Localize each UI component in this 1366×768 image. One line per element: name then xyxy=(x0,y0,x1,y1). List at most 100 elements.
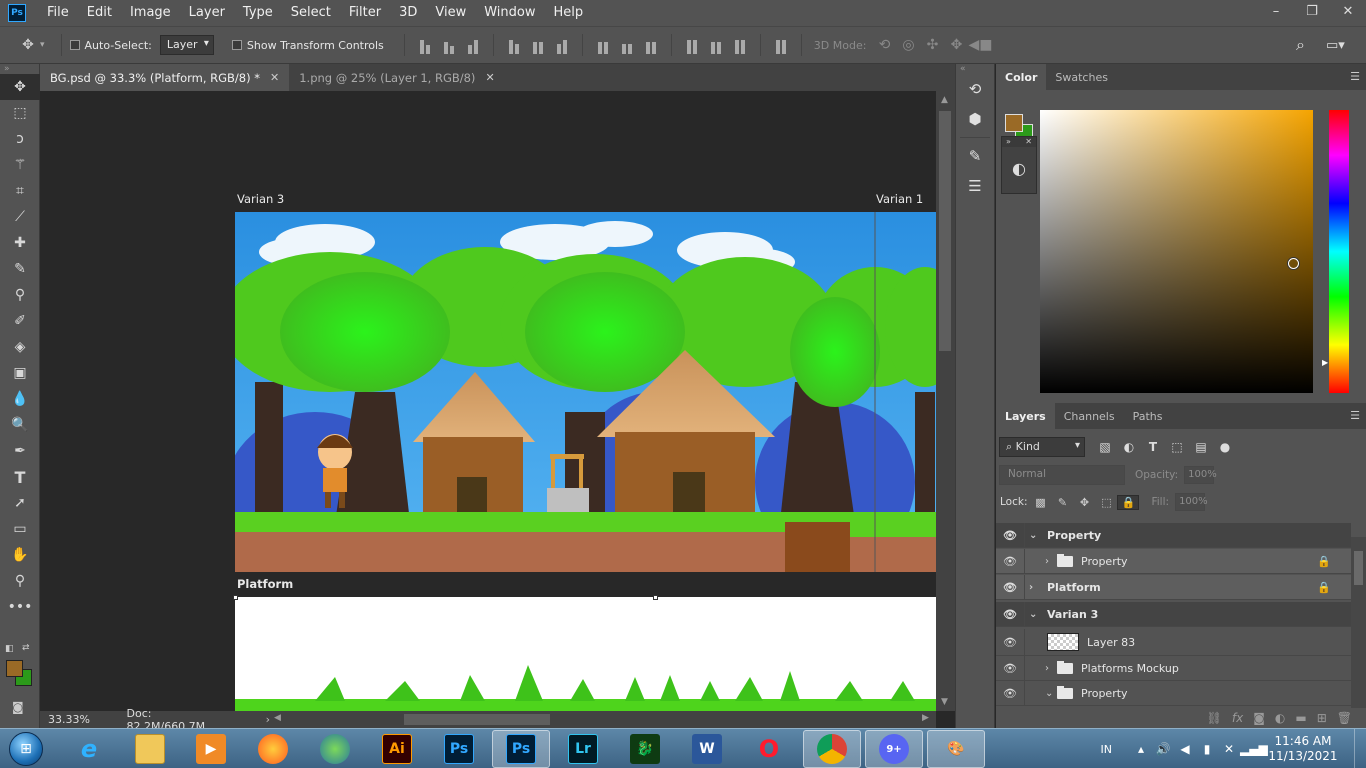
history-panel-icon[interactable]: ⟲ xyxy=(956,74,994,104)
opacity-input[interactable]: 100% xyxy=(1184,466,1217,484)
blend-mode-dropdown[interactable]: Normal xyxy=(999,465,1125,485)
taskbar-illustrator[interactable]: Ai xyxy=(368,730,426,768)
magic-wand-icon[interactable]: ⚚ xyxy=(0,152,40,178)
menu-window[interactable]: Window xyxy=(475,0,544,26)
crop-icon[interactable]: ⌗ xyxy=(0,178,40,204)
taskbar-file-explorer[interactable] xyxy=(121,730,179,768)
hue-slider[interactable] xyxy=(1329,110,1349,393)
history-brush-icon[interactable]: ✐ xyxy=(0,308,40,334)
align-top-icon[interactable] xyxy=(416,36,434,54)
default-colors-icon[interactable]: ◧ xyxy=(5,644,14,654)
transform-handle[interactable] xyxy=(653,595,658,600)
menu-image[interactable]: Image xyxy=(121,0,180,26)
zoom-icon[interactable]: ⚲ xyxy=(0,568,40,594)
mute-icon[interactable]: ◀ xyxy=(1174,742,1196,756)
volume-icon[interactable]: 🔊 xyxy=(1152,742,1174,756)
expand-icon[interactable]: » xyxy=(1006,137,1011,147)
distribute-right-icon[interactable] xyxy=(731,36,749,54)
network-error-icon[interactable]: ✕ xyxy=(1218,742,1240,756)
platform-artboard[interactable] xyxy=(235,597,936,711)
eraser-icon[interactable]: ◈ xyxy=(0,334,40,360)
artboard-label-varian-3[interactable]: Varian 3 xyxy=(237,192,284,206)
visibility-eye-icon[interactable]: 👁 xyxy=(996,555,1024,568)
workspace-icon[interactable]: ▭▾ xyxy=(1326,38,1345,53)
menu-file[interactable]: File xyxy=(38,0,78,26)
menu-type[interactable]: Type xyxy=(234,0,282,26)
search-icon[interactable]: ⌕ xyxy=(1296,35,1305,55)
tab-paths[interactable]: Paths xyxy=(1124,403,1172,429)
distribute-left-icon[interactable] xyxy=(683,36,701,54)
taskbar-download-manager[interactable] xyxy=(306,730,364,768)
brush-icon[interactable]: ✎ xyxy=(0,256,40,282)
restore-icon[interactable]: ❐ xyxy=(1294,0,1330,22)
chevron-down-icon[interactable]: ⌄ xyxy=(1029,609,1041,620)
horizontal-scrollbar[interactable]: ◀ ▶ xyxy=(270,711,936,728)
3d-pan-icon[interactable]: ✣ xyxy=(920,37,944,53)
auto-align-icon[interactable] xyxy=(772,36,790,54)
menu-select[interactable]: Select xyxy=(282,0,340,26)
visibility-eye-icon[interactable]: 👁 xyxy=(996,581,1024,594)
close-icon[interactable]: ✕ xyxy=(485,71,494,84)
scroll-down-icon[interactable]: ▼ xyxy=(941,697,948,707)
lock-artboard-icon[interactable]: ⬚ xyxy=(1095,496,1117,509)
close-icon[interactable]: ✕ xyxy=(1330,0,1366,22)
status-menu-icon[interactable]: › xyxy=(266,713,270,726)
layer-row[interactable]: 👁 › Property 🔒 xyxy=(996,548,1351,574)
taskbar-media-player[interactable]: ▶ xyxy=(182,730,240,768)
layer-row[interactable]: 👁 › Platforms Mockup xyxy=(996,655,1351,681)
game-background-artwork[interactable] xyxy=(235,212,936,572)
taskbar-firefox[interactable] xyxy=(244,730,302,768)
lock-pixels-icon[interactable]: ✎ xyxy=(1051,496,1073,509)
tab-bg-psd[interactable]: BG.psd @ 33.3% (Platform, RGB/8) * ✕ xyxy=(40,64,290,91)
eyedropper-icon[interactable]: ⟋ xyxy=(0,204,40,230)
taskbar-dragon-app[interactable]: 🐉 xyxy=(616,730,674,768)
foreground-color-swatch[interactable] xyxy=(1005,114,1023,132)
healing-brush-icon[interactable]: ✚ xyxy=(0,230,40,256)
new-group-icon[interactable]: ▬ xyxy=(1295,711,1306,725)
distribute-bottom-icon[interactable] xyxy=(642,36,660,54)
menu-view[interactable]: View xyxy=(426,0,475,26)
3d-scale-icon[interactable]: ◀■ xyxy=(968,37,992,53)
filter-kind-dropdown[interactable]: ⌕ Kind xyxy=(999,437,1085,457)
taskbar-discord[interactable]: 9+ xyxy=(865,730,923,768)
gradient-icon[interactable]: ▣ xyxy=(0,360,40,386)
auto-select-checkbox[interactable] xyxy=(69,40,80,50)
scroll-left-icon[interactable]: ◀ xyxy=(274,713,281,723)
tab-layers[interactable]: Layers xyxy=(996,403,1055,429)
vertical-scrollbar[interactable]: ▲ ▼ xyxy=(936,91,955,711)
layer-row[interactable]: 👁 ⌄ Property xyxy=(996,522,1351,548)
lock-position-icon[interactable]: ✥ xyxy=(1073,496,1095,509)
menu-edit[interactable]: Edit xyxy=(78,0,121,26)
lock-transparent-icon[interactable]: ▩ xyxy=(1029,496,1051,509)
dodge-icon[interactable]: 🔍 xyxy=(0,412,40,438)
align-left-icon[interactable] xyxy=(505,36,523,54)
clock[interactable]: 11:46 AM 11/13/2021 xyxy=(1268,734,1338,764)
scrollbar-thumb[interactable] xyxy=(404,714,550,725)
scrollbar-thumb[interactable] xyxy=(939,111,951,351)
3d-orbit-icon[interactable]: ⟲ xyxy=(872,37,896,53)
chevron-down-icon[interactable]: ⌄ xyxy=(1029,530,1041,541)
3d-roll-icon[interactable]: ◎ xyxy=(896,37,920,53)
visibility-eye-icon[interactable]: 👁 xyxy=(996,608,1024,621)
close-icon[interactable]: ✕ xyxy=(270,71,279,84)
link-layers-icon[interactable]: ⛓ xyxy=(1207,711,1222,725)
menu-filter[interactable]: Filter xyxy=(340,0,390,26)
taskbar-photoshop-active[interactable]: Ps xyxy=(492,730,550,768)
tab-swatches[interactable]: Swatches xyxy=(1046,64,1117,90)
tab-channels[interactable]: Channels xyxy=(1055,403,1124,429)
auto-select-dropdown[interactable]: Layer xyxy=(159,35,214,55)
swap-colors-icon[interactable]: ⇄ xyxy=(22,643,30,653)
layer-row[interactable]: 👁 › Platform 🔒 xyxy=(996,574,1351,600)
menu-layer[interactable]: Layer xyxy=(180,0,234,26)
chevron-down-icon[interactable]: ⌄ xyxy=(1045,688,1057,699)
filter-type-icon[interactable]: T xyxy=(1141,440,1165,454)
close-icon[interactable]: ✕ xyxy=(1025,137,1032,147)
visibility-eye-icon[interactable]: 👁 xyxy=(996,662,1024,675)
chevron-right-icon[interactable]: › xyxy=(1045,663,1057,674)
align-hcenter-icon[interactable] xyxy=(529,36,547,54)
color-picker-field[interactable] xyxy=(1040,110,1313,393)
clone-stamp-icon[interactable]: ⚲ xyxy=(0,282,40,308)
marquee-icon[interactable]: ⬚ xyxy=(0,100,40,126)
signal-icon[interactable]: ▂▄▆ xyxy=(1240,742,1268,756)
foreground-color-swatch[interactable] xyxy=(6,660,23,677)
